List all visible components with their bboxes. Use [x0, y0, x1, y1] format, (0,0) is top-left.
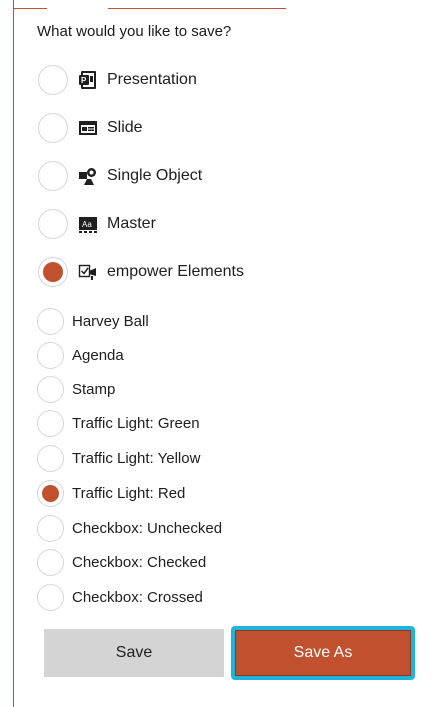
- option-checkbox-checked[interactable]: Checkbox: Checked: [37, 548, 407, 576]
- radio-button-selected[interactable]: [37, 479, 64, 507]
- option-label: Stamp: [72, 380, 116, 398]
- panel-top-border: [108, 8, 286, 9]
- option-harvey-ball[interactable]: Harvey Ball: [37, 307, 407, 335]
- option-label: Traffic Light: Yellow: [72, 449, 201, 467]
- option-label: empower Elements: [107, 263, 244, 280]
- radio-button[interactable]: [37, 583, 64, 611]
- radio-button[interactable]: [37, 307, 64, 335]
- save-as-button[interactable]: Save As: [231, 626, 415, 680]
- radio-button[interactable]: [37, 444, 64, 472]
- option-label: Checkbox: Unchecked: [72, 519, 223, 537]
- radio-button[interactable]: [38, 209, 68, 239]
- panel-left-border: [13, 0, 14, 707]
- option-label: Traffic Light: Red: [72, 484, 186, 502]
- radio-button[interactable]: [37, 514, 64, 542]
- save-button-label: Save: [115, 644, 153, 661]
- option-checkbox-unchecked[interactable]: Checkbox: Unchecked: [37, 514, 407, 542]
- option-slide[interactable]: Slide: [38, 111, 408, 145]
- radio-button[interactable]: [37, 375, 64, 403]
- option-label: Slide: [107, 119, 143, 136]
- option-agenda[interactable]: Agenda: [37, 341, 407, 369]
- master-icon: Aa: [78, 214, 98, 234]
- option-traffic-light-yellow[interactable]: Traffic Light: Yellow: [37, 444, 407, 472]
- option-label: Presentation: [107, 71, 197, 88]
- radio-button[interactable]: [37, 409, 64, 437]
- radio-button[interactable]: [37, 548, 64, 576]
- slide-icon: [78, 118, 98, 138]
- shapes-icon: [78, 166, 98, 186]
- empower-elements-icon: [78, 262, 98, 282]
- option-label: Checkbox: Checked: [72, 553, 207, 571]
- panel-top-border-left: [13, 8, 47, 9]
- option-label: Traffic Light: Green: [72, 414, 200, 432]
- presentation-icon: P: [78, 70, 98, 90]
- dialog-heading: What would you like to save?: [37, 23, 232, 40]
- option-traffic-light-green[interactable]: Traffic Light: Green: [37, 409, 407, 437]
- option-label: Agenda: [72, 346, 124, 364]
- svg-text:P: P: [81, 76, 87, 85]
- option-checkbox-crossed[interactable]: Checkbox: Crossed: [37, 583, 407, 611]
- option-traffic-light-red[interactable]: Traffic Light: Red: [37, 479, 407, 507]
- option-label: Master: [107, 215, 156, 232]
- option-empower-elements[interactable]: empower Elements: [38, 255, 408, 289]
- option-label: Checkbox: Crossed: [72, 588, 203, 606]
- radio-button[interactable]: [38, 113, 68, 143]
- save-button[interactable]: Save: [44, 629, 224, 677]
- radio-button-selected[interactable]: [38, 257, 68, 287]
- option-label: Single Object: [107, 167, 203, 184]
- svg-text:Aa: Aa: [82, 220, 92, 229]
- option-stamp[interactable]: Stamp: [37, 375, 407, 403]
- radio-button[interactable]: [38, 161, 68, 191]
- option-presentation[interactable]: P Presentation: [38, 63, 408, 97]
- radio-button[interactable]: [38, 65, 68, 95]
- option-single-object[interactable]: Single Object: [38, 159, 408, 193]
- save-as-button-label: Save As: [293, 644, 353, 661]
- radio-button[interactable]: [37, 341, 64, 369]
- option-label: Harvey Ball: [72, 312, 149, 330]
- option-master[interactable]: Aa Master: [38, 207, 408, 241]
